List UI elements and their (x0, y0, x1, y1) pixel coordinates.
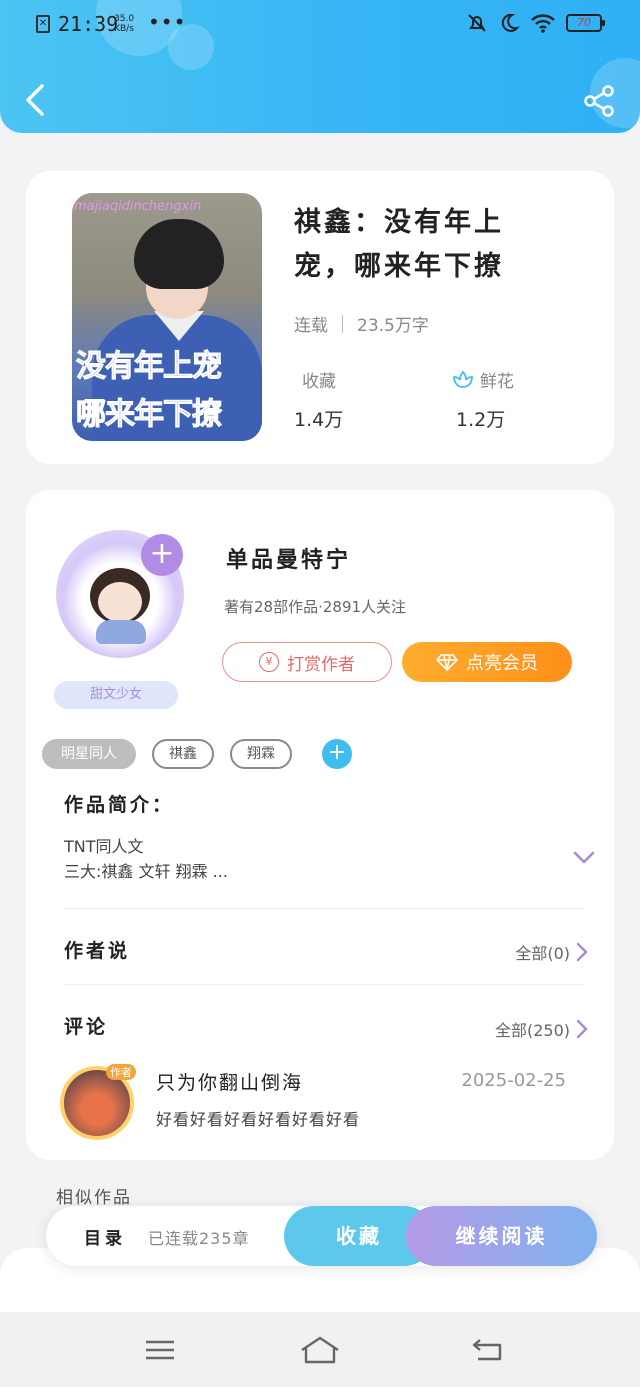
system-nav-bar (0, 1312, 640, 1387)
vip-label: 点亮会员 (466, 653, 538, 674)
chapter-count[interactable]: 已连载235章 (148, 1225, 250, 1249)
status-bar: ✕ 21:39 35.0 KB/s ••• 70 (0, 0, 640, 50)
author-title-badge: 甜文少女 (54, 681, 178, 709)
author-says-label: 作者说 (64, 940, 131, 962)
continue-reading-button[interactable]: 继续阅读 (406, 1206, 597, 1266)
commenter-name[interactable]: 只为你翻山倒海 (156, 1068, 303, 1095)
book-cover[interactable]: majiaqidinchengxin 没有年上宠 哪来年下撩 (72, 193, 262, 441)
status-icons: 70 (466, 12, 605, 34)
reward-author-button[interactable]: ¥ 打赏作者 (222, 642, 392, 682)
tag-item[interactable]: 翔霖 (230, 739, 292, 769)
author-name[interactable]: 单品曼特宁 (226, 542, 351, 574)
cover-text-line2: 哪来年下撩 (76, 397, 223, 433)
meta-divider (342, 314, 343, 333)
section-divider (64, 908, 584, 909)
yen-icon: ¥ (259, 652, 279, 672)
section-divider (64, 984, 584, 985)
flower-label: 鲜花 (480, 372, 514, 392)
more-status-icon: ••• (148, 10, 187, 34)
collect-value: 1.4万 (294, 409, 344, 431)
collect-label: 收藏 (302, 372, 336, 392)
wifi-icon (531, 14, 555, 33)
intro-line: 三大:祺鑫 文轩 翔霖 ... (64, 862, 228, 881)
reward-label: 打赏作者 (287, 654, 355, 675)
author-says-more-link[interactable]: 全部(0) (515, 940, 588, 964)
book-word-count: 23.5万字 (357, 316, 429, 336)
avatar-face (98, 582, 142, 622)
moon-icon (501, 13, 520, 32)
chevron-right-icon (576, 942, 588, 962)
share-button[interactable] (582, 84, 616, 118)
status-time: 21:39 (58, 12, 119, 36)
net-speed-value: 35.0 (114, 14, 135, 24)
similar-works-label: 相似作品 (56, 1188, 132, 1208)
bottom-action-bar: 目录 已连载235章 收藏 继续阅读 (46, 1206, 597, 1266)
comment-date: 2025-02-25 (461, 1070, 566, 1091)
author-stats: 著有28部作品·2891人关注 (224, 598, 407, 616)
book-meta: 连载 23.5万字 (294, 311, 429, 336)
follow-author-button[interactable]: + (141, 534, 183, 576)
comments-count: 全部(250) (494, 1021, 570, 1040)
author-says-count: 全部(0) (515, 944, 570, 963)
tag-item[interactable]: 祺鑫 (152, 739, 214, 769)
chevron-right-icon (576, 1019, 588, 1039)
vip-button[interactable]: 点亮会员 (402, 642, 572, 682)
back-nav-icon[interactable] (470, 1334, 506, 1366)
comments-label: 评论 (64, 1016, 109, 1038)
directory-button[interactable]: 目录 (84, 1224, 126, 1249)
app-header: ✕ 21:39 35.0 KB/s ••• 70 (0, 0, 640, 133)
expand-intro-button[interactable] (572, 850, 596, 866)
comment-text: 好看好看好看好看好看好看 (156, 1110, 361, 1129)
flower-value: 1.2万 (456, 409, 506, 431)
avatar-shirt (96, 620, 146, 644)
back-button[interactable] (22, 82, 50, 118)
net-speed: 35.0 KB/s (114, 14, 134, 34)
flower-stat[interactable]: 鲜花 (452, 367, 514, 392)
home-icon[interactable] (298, 1334, 342, 1366)
sim-icon: ✕ (36, 15, 50, 33)
flower-icon (453, 370, 473, 388)
intro-label: 作品简介： (64, 794, 175, 816)
add-tag-button[interactable]: + (322, 739, 352, 769)
intro-text: TNT同人文 三大:祺鑫 文轩 翔霖 ... (64, 834, 228, 884)
net-speed-unit: KB/s (114, 24, 134, 34)
cover-watermark: majiaqidinchengxin (74, 199, 202, 214)
book-status: 连载 (294, 316, 328, 336)
battery-icon: 70 (566, 14, 605, 32)
cover-figure-hair (134, 219, 224, 289)
diamond-icon (436, 654, 458, 671)
mute-bell-icon (468, 14, 486, 32)
author-card: + 甜文少女 单品曼特宁 著有28部作品·2891人关注 ¥ 打赏作者 点亮会员… (26, 490, 614, 1160)
book-title: 祺鑫：没有年上宠，哪来年下撩 (294, 207, 504, 282)
author-badge: 作者 (106, 1064, 136, 1080)
comments-more-link[interactable]: 全部(250) (495, 1017, 588, 1041)
menu-icon[interactable] (142, 1334, 178, 1366)
tag-item[interactable]: 明星同人 (42, 739, 136, 769)
book-info-card: majiaqidinchengxin 没有年上宠 哪来年下撩 祺鑫：没有年上宠，… (26, 171, 614, 464)
cover-text-line1: 没有年上宠 (76, 349, 223, 385)
intro-line: TNT同人文 (64, 837, 144, 856)
